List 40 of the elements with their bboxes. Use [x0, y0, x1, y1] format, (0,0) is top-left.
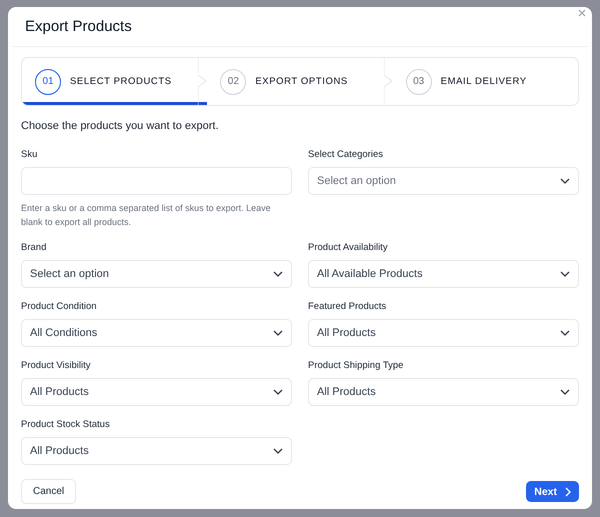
select-field[interactable]: All Products — [308, 378, 579, 406]
next-button[interactable]: Next — [526, 481, 579, 502]
step-number: 02 — [220, 68, 246, 94]
select-field[interactable]: Select an option — [21, 260, 292, 288]
field-label: Product Shipping Type — [308, 360, 404, 372]
field-label: Product Stock Status — [21, 419, 111, 431]
chevron-down-icon — [273, 389, 283, 395]
chevron-down-icon — [273, 271, 283, 277]
field-label: Select Categories — [308, 149, 384, 161]
close-icon — [578, 9, 586, 17]
field-label: Sku — [21, 149, 38, 161]
select-field[interactable]: All Products — [21, 437, 292, 465]
intro-text: Choose the products you want to export. — [21, 120, 220, 133]
field-label: Product Visibility — [21, 360, 92, 372]
select-field[interactable]: All Conditions — [21, 319, 292, 347]
sku-input[interactable] — [21, 167, 292, 195]
field-label: Product Availability — [308, 242, 389, 254]
select-field[interactable]: All Available Products — [308, 260, 579, 288]
select-field[interactable]: All Products — [21, 378, 292, 406]
select-field[interactable]: Select an option — [308, 167, 579, 195]
cancel-button[interactable]: Cancel — [21, 479, 76, 504]
chevron-down-icon — [560, 271, 570, 277]
step-tab[interactable]: 01 SELECT PRODUCTS — [22, 58, 208, 105]
select-field[interactable]: All Products — [308, 319, 579, 347]
chevron-down-icon — [273, 330, 283, 336]
chevron-down-icon — [560, 330, 570, 336]
dialog-title: Export Products — [25, 18, 132, 35]
chevron-down-icon — [560, 178, 570, 184]
help-text: Enter a sku or a comma separated list of skus to export. Leave blank to export all products. — [21, 202, 272, 229]
chevron-down-icon — [560, 389, 570, 395]
chevron-right-icon — [565, 486, 571, 496]
step-tab[interactable]: 02 EXPORT OPTIONS — [207, 58, 393, 105]
field-label: Brand — [21, 242, 48, 254]
step-tab[interactable]: 03 EMAIL DELIVERY — [392, 58, 578, 105]
field-label: Featured Products — [308, 301, 388, 313]
step-number: 01 — [35, 68, 61, 94]
step-number: 03 — [406, 68, 432, 94]
field-label: Product Condition — [21, 301, 98, 313]
close-button[interactable] — [576, 7, 588, 19]
chevron-down-icon — [273, 448, 283, 454]
